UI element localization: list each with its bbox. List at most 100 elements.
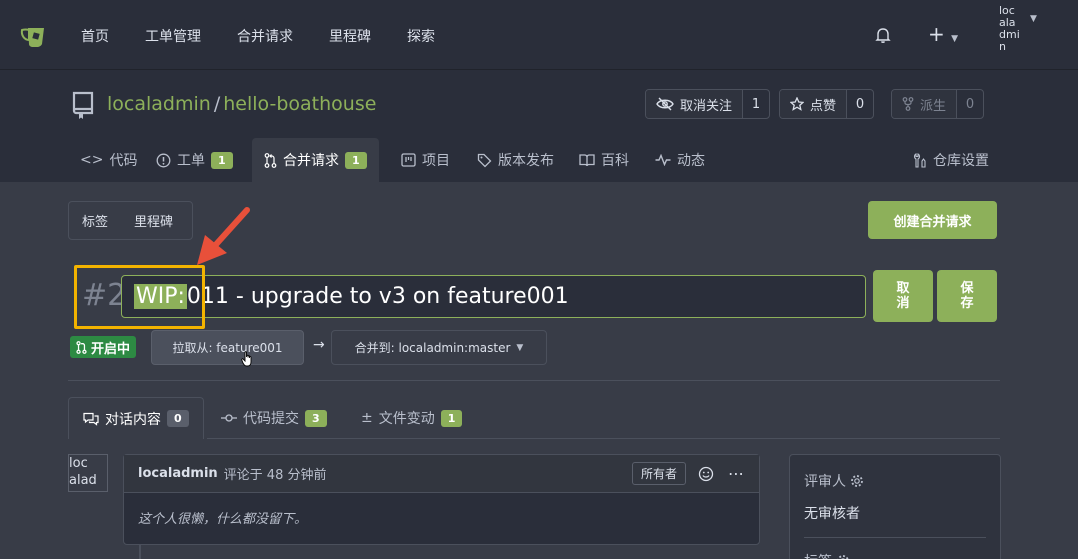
star-button[interactable]: 点赞 xyxy=(780,90,848,118)
save-button[interactable]: 保存 xyxy=(937,270,997,322)
repo-name-link[interactable]: hello-boathouse xyxy=(223,93,376,115)
bell-icon[interactable] xyxy=(874,26,892,44)
comment-box: localadmin 评论于 48 分钟前 所有者 ⋯ 这个人很懒，什么都没留下… xyxy=(123,454,760,545)
tab-wiki[interactable]: 百科 xyxy=(579,138,629,182)
owner-label: 所有者 xyxy=(631,462,686,485)
nav-home[interactable]: 首页 xyxy=(81,26,109,46)
star-label: 点赞 xyxy=(810,98,837,114)
issue-icon xyxy=(156,153,171,167)
comment-timestamp: 评论于 48 分钟前 xyxy=(223,468,327,483)
reviewers-title-label: 评审人 xyxy=(804,474,846,490)
fork-button-group: 派生 0 xyxy=(891,89,985,119)
tab-settings-label: 仓库设置 xyxy=(933,153,989,169)
repo-title: localadmin / hello-boathouse xyxy=(107,93,376,115)
pull-request-icon xyxy=(264,152,277,168)
base-branch-dropdown[interactable]: 合并到: localadmin:master ▼ xyxy=(331,330,547,365)
chevron-down-icon: ▼ xyxy=(516,342,524,353)
title-rest-text: 011 - upgrade to v3 on feature001 xyxy=(186,284,569,309)
star-count[interactable]: 0 xyxy=(847,97,873,112)
tab-pulls[interactable]: 合并请求 1 xyxy=(252,138,379,182)
code-icon: <> xyxy=(80,152,104,168)
fork-icon xyxy=(902,97,914,111)
eye-slash-icon xyxy=(656,97,674,111)
gitea-logo-icon[interactable] xyxy=(20,24,48,48)
repo-tabs: <> 代码 工单 1 合并请求 1 项目 版本发布 百科 动态 仓库设置 xyxy=(68,138,1008,182)
chevron-down-icon[interactable]: ▼ xyxy=(1030,14,1037,24)
create-pr-button[interactable]: 创建合并请求 xyxy=(868,201,997,239)
comment-discussion-icon xyxy=(83,412,99,426)
labels-title[interactable]: 标签 xyxy=(804,551,850,559)
star-icon xyxy=(790,97,804,111)
fork-button[interactable]: 派生 xyxy=(892,90,958,118)
gear-icon xyxy=(851,475,863,487)
gear-icon xyxy=(837,555,849,559)
tab-issues-label: 工单 xyxy=(177,153,205,169)
diff-icon: ± xyxy=(361,410,373,426)
tab-conversation[interactable]: 对话内容 0 xyxy=(68,397,204,439)
repo-owner-link[interactable]: localadmin xyxy=(107,93,211,115)
hand-cursor-icon xyxy=(241,351,252,367)
create-menu-button[interactable]: + ▼ xyxy=(928,22,958,46)
tools-icon xyxy=(913,152,926,168)
save-label: 保存 xyxy=(960,281,974,311)
watch-count[interactable]: 1 xyxy=(743,97,769,112)
reviewers-value: 无审核者 xyxy=(804,506,860,522)
tab-issues[interactable]: 工单 1 xyxy=(156,138,233,182)
tab-settings[interactable]: 仓库设置 xyxy=(913,138,989,182)
nav-explore[interactable]: 探索 xyxy=(407,26,435,46)
tab-releases[interactable]: 版本发布 xyxy=(477,138,554,182)
unwatch-button-group: 取消关注 1 xyxy=(645,89,771,119)
pr-title-input[interactable]: WIP: 011 - upgrade to v3 on feature001 xyxy=(121,275,866,318)
cancel-button[interactable]: 取消 xyxy=(873,270,933,322)
milestones-button[interactable]: 里程碑 xyxy=(121,211,186,230)
reviewers-title[interactable]: 评审人 xyxy=(804,471,864,491)
comment-author[interactable]: localadmin xyxy=(138,466,218,481)
star-button-group: 点赞 0 xyxy=(779,89,875,119)
unwatch-label: 取消关注 xyxy=(680,98,733,114)
tab-code-label: 代码 xyxy=(109,153,138,169)
issues-count-badge: 1 xyxy=(211,151,233,169)
tag-icon xyxy=(477,153,492,167)
project-icon xyxy=(401,153,416,167)
conversation-count-badge: 0 xyxy=(167,410,189,427)
labels-button[interactable]: 标签 xyxy=(69,211,121,230)
user-avatar[interactable]: localadmin xyxy=(999,5,1021,53)
commits-count-badge: 3 xyxy=(305,409,327,427)
cancel-label: 取消 xyxy=(896,281,910,311)
head-branch-button[interactable]: 拉取从: feature001 xyxy=(151,330,304,365)
base-branch-label: 合并到: localadmin:master xyxy=(354,341,511,355)
comment-body: 这个人很懒，什么都没留下。 xyxy=(138,512,308,527)
arrow-right-icon: → xyxy=(313,337,325,353)
tab-files[interactable]: ± 文件变动 1 xyxy=(361,397,463,439)
pr-sidebar: 评审人 无审核者 标签 xyxy=(789,454,1001,559)
unwatch-button[interactable]: 取消关注 xyxy=(646,90,744,118)
nav-issues[interactable]: 工单管理 xyxy=(145,26,201,46)
chevron-down-icon: ▼ xyxy=(951,34,959,44)
fork-label: 派生 xyxy=(920,98,947,114)
nav-milestones[interactable]: 里程碑 xyxy=(329,26,371,46)
timeline-line xyxy=(139,545,141,559)
tab-commits[interactable]: 代码提交 3 xyxy=(221,397,327,439)
tab-conversation-label: 对话内容 xyxy=(105,411,161,428)
smiley-icon[interactable] xyxy=(698,466,714,482)
pulse-icon xyxy=(655,154,671,166)
pr-state-label: 开启中 xyxy=(91,341,131,357)
tab-projects[interactable]: 项目 xyxy=(401,138,450,182)
nav-pulls[interactable]: 合并请求 xyxy=(237,26,293,46)
comment-avatar[interactable]: loc alad xyxy=(68,454,108,492)
tab-projects-label: 项目 xyxy=(422,153,450,169)
labels-title-label: 标签 xyxy=(804,551,832,559)
book-icon xyxy=(579,154,595,167)
tab-files-label: 文件变动 xyxy=(378,411,435,427)
tab-activity[interactable]: 动态 xyxy=(655,138,705,182)
pulls-count-badge: 1 xyxy=(345,151,367,169)
tab-code[interactable]: <> 代码 xyxy=(80,138,137,182)
repo-icon xyxy=(72,91,94,119)
kebab-menu-icon[interactable]: ⋯ xyxy=(728,464,745,483)
pull-request-icon xyxy=(76,340,87,354)
tab-commits-label: 代码提交 xyxy=(243,411,299,427)
tab-wiki-label: 百科 xyxy=(601,153,629,169)
tab-releases-label: 版本发布 xyxy=(498,153,554,169)
path-separator: / xyxy=(213,93,221,115)
fork-count[interactable]: 0 xyxy=(957,97,983,112)
